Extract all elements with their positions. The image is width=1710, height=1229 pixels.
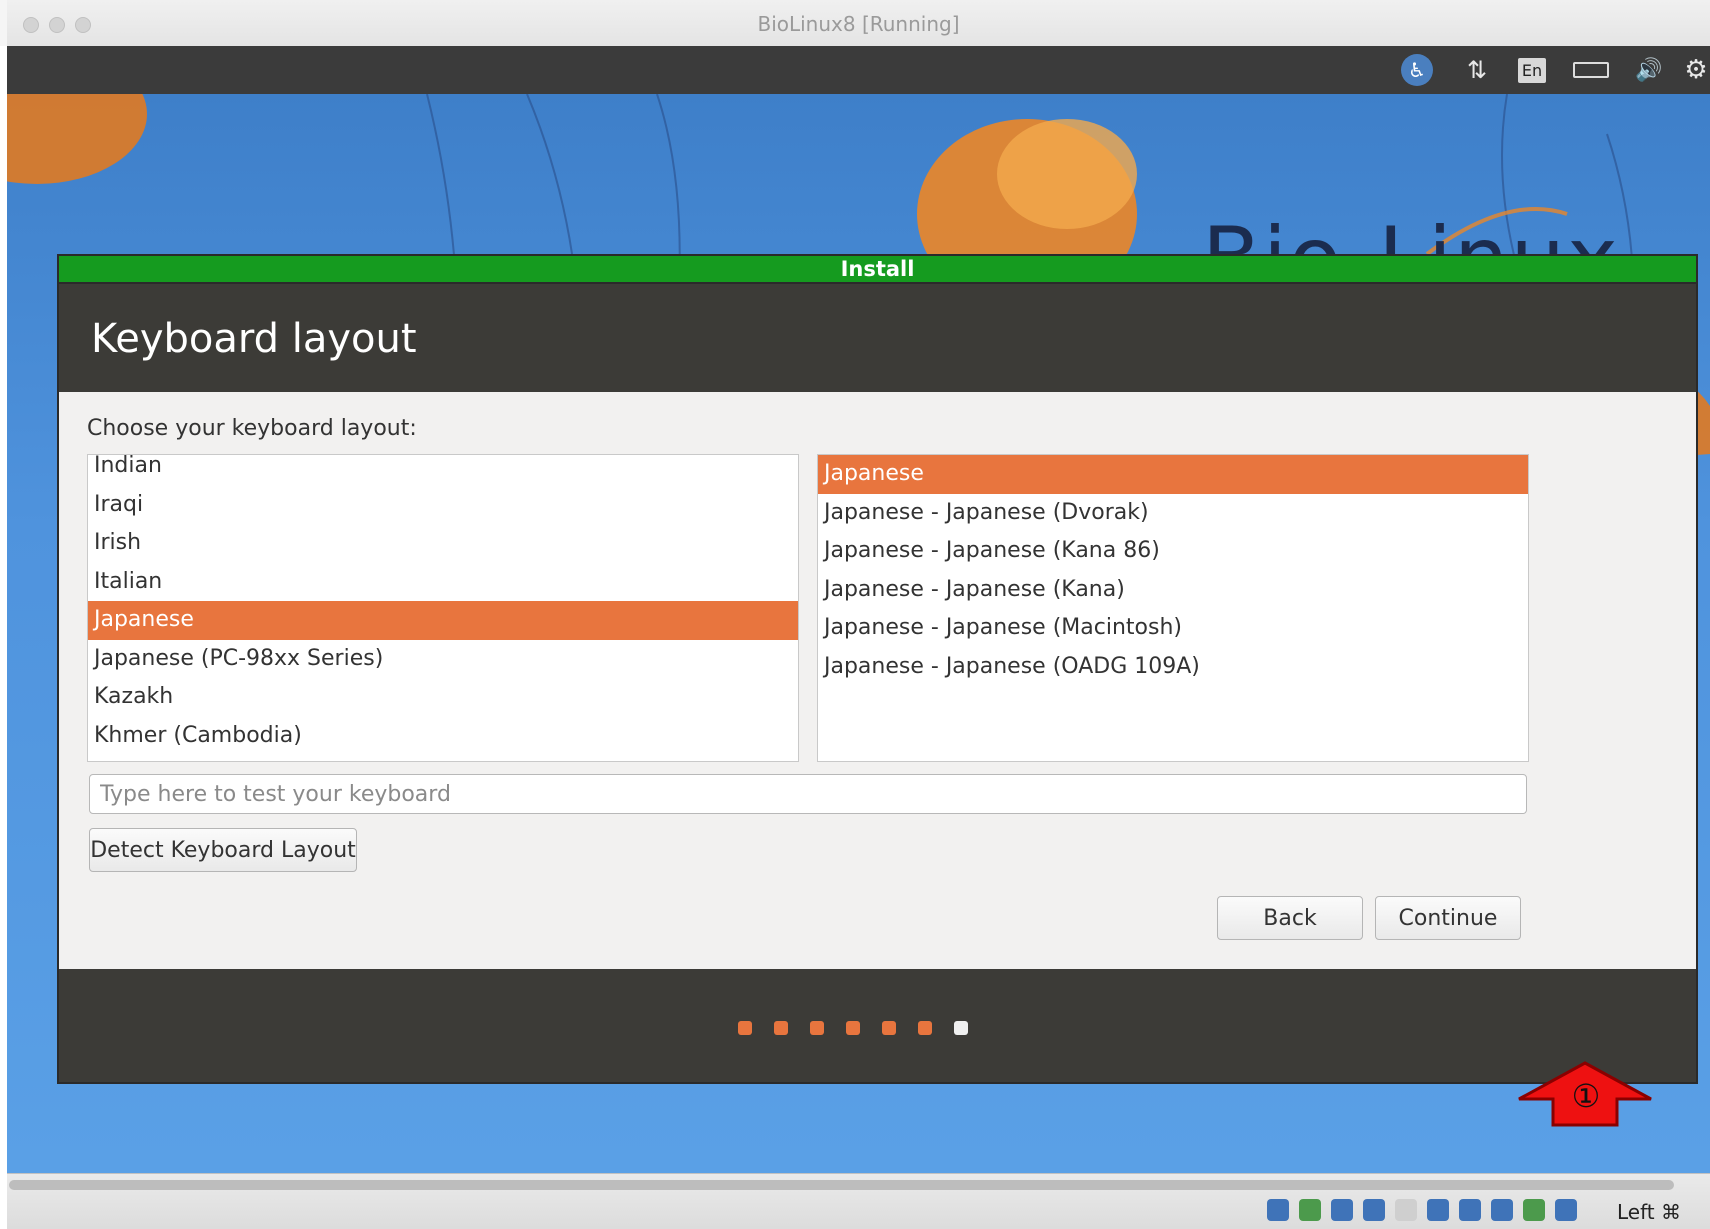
variant-list-item[interactable]: Japanese - Japanese (OADG 109A) bbox=[818, 648, 1528, 687]
layout-list-item[interactable]: Iraqi bbox=[88, 486, 798, 525]
mouse-integration-icon[interactable] bbox=[1523, 1199, 1545, 1221]
progress-dot bbox=[845, 1021, 860, 1035]
variant-list-item[interactable]: Japanese - Japanese (Kana 86) bbox=[818, 532, 1528, 571]
layout-list-item[interactable]: Japanese (PC-98xx Series) bbox=[88, 640, 798, 679]
annotation-step-number: ① bbox=[1571, 1077, 1601, 1115]
progress-dot bbox=[953, 1021, 968, 1035]
ubuntu-top-panel: ♿ ⇅ En 🔊 ⚙ bbox=[7, 46, 1710, 94]
page-title: Keyboard layout bbox=[91, 316, 417, 362]
install-dialog-title: Install bbox=[840, 257, 915, 281]
hard-disk-icon[interactable] bbox=[1299, 1199, 1321, 1221]
accessibility-icon: ♿ bbox=[1401, 54, 1433, 86]
progress-dot bbox=[737, 1021, 752, 1035]
layout-list-item[interactable]: Indian bbox=[88, 455, 798, 486]
layout-list-item[interactable]: Irish bbox=[88, 524, 798, 563]
horizontal-scrollbar[interactable] bbox=[9, 1180, 1674, 1190]
accessibility-indicator[interactable]: ♿ bbox=[1399, 46, 1435, 94]
virtualbox-statusbar: Left ⌘ bbox=[7, 1173, 1710, 1229]
usb-icon[interactable] bbox=[1491, 1199, 1513, 1221]
virtualbox-window: BioLinux8 [Running] ♿ ⇅ En 🔊 ⚙ Install K… bbox=[7, 0, 1710, 1229]
progress-dot bbox=[809, 1021, 824, 1035]
keyboard-indicator[interactable]: En bbox=[1512, 46, 1552, 94]
progress-dots bbox=[59, 1021, 1696, 1035]
status-device-icons bbox=[1267, 1199, 1577, 1221]
layout-list-item[interactable]: Italian bbox=[88, 563, 798, 602]
guest-screen: ♿ ⇅ En 🔊 ⚙ Install Keyboard layout Choos… bbox=[7, 46, 1710, 1173]
keyboard-variant-list[interactable]: Japanese Japanese - Japanese (Dvorak) Japa… bbox=[817, 454, 1529, 762]
virtualbox-window-title: BioLinux8 [Running] bbox=[757, 12, 960, 36]
variant-list-item[interactable]: Japanese - Japanese (Macintosh) bbox=[818, 609, 1528, 648]
continue-button[interactable]: Continue bbox=[1375, 896, 1521, 940]
choose-layout-label: Choose your keyboard layout: bbox=[87, 416, 417, 441]
layout-list-item[interactable]: Khmer (Cambodia) bbox=[88, 717, 798, 756]
language-indicator-label: En bbox=[1517, 57, 1547, 83]
host-key-label: Left ⌘ bbox=[1617, 1200, 1681, 1224]
video-capture-icon[interactable] bbox=[1459, 1199, 1481, 1221]
back-button[interactable]: Back bbox=[1217, 896, 1363, 940]
keyboard-test-input[interactable] bbox=[89, 774, 1527, 814]
network-icon[interactable]: ⇅ bbox=[1459, 46, 1495, 94]
audio-icon[interactable] bbox=[1331, 1199, 1353, 1221]
virtualbox-titlebar[interactable]: BioLinux8 [Running] bbox=[7, 0, 1710, 47]
shared-folders-icon[interactable] bbox=[1395, 1199, 1417, 1221]
detect-keyboard-layout-button[interactable]: Detect Keyboard Layout bbox=[89, 828, 357, 872]
install-dialog-header: Keyboard layout bbox=[59, 284, 1696, 392]
variant-list-item[interactable]: Japanese - Japanese (Kana) bbox=[818, 571, 1528, 610]
system-gear-icon[interactable]: ⚙ bbox=[1682, 46, 1710, 94]
network-adapter-icon[interactable] bbox=[1363, 1199, 1385, 1221]
layout-list-item[interactable]: Japanese bbox=[88, 601, 798, 640]
progress-dot bbox=[881, 1021, 896, 1035]
variant-list-item[interactable]: Japanese - Japanese (Dvorak) bbox=[818, 494, 1528, 533]
variant-list-item[interactable]: Japanese bbox=[818, 455, 1528, 494]
install-dialog-titlebar[interactable]: Install bbox=[59, 256, 1696, 284]
layout-list-item[interactable]: Kazakh bbox=[88, 678, 798, 717]
display-icon[interactable] bbox=[1427, 1199, 1449, 1221]
volume-icon[interactable]: 🔊 bbox=[1629, 46, 1669, 94]
install-dialog-footer bbox=[59, 969, 1696, 1082]
progress-dot bbox=[773, 1021, 788, 1035]
progress-dot bbox=[917, 1021, 932, 1035]
host-key-arrow-icon[interactable] bbox=[1555, 1199, 1577, 1221]
install-dialog: Install Keyboard layout Choose your keyb… bbox=[57, 254, 1698, 1084]
battery-icon[interactable] bbox=[1569, 46, 1613, 94]
keyboard-layout-list[interactable]: Indian Iraqi Irish Italian Japanese Japanese … bbox=[87, 454, 799, 762]
layout-list-item[interactable]: Korean bbox=[88, 755, 798, 761]
optical-drive-icon[interactable] bbox=[1267, 1199, 1289, 1221]
